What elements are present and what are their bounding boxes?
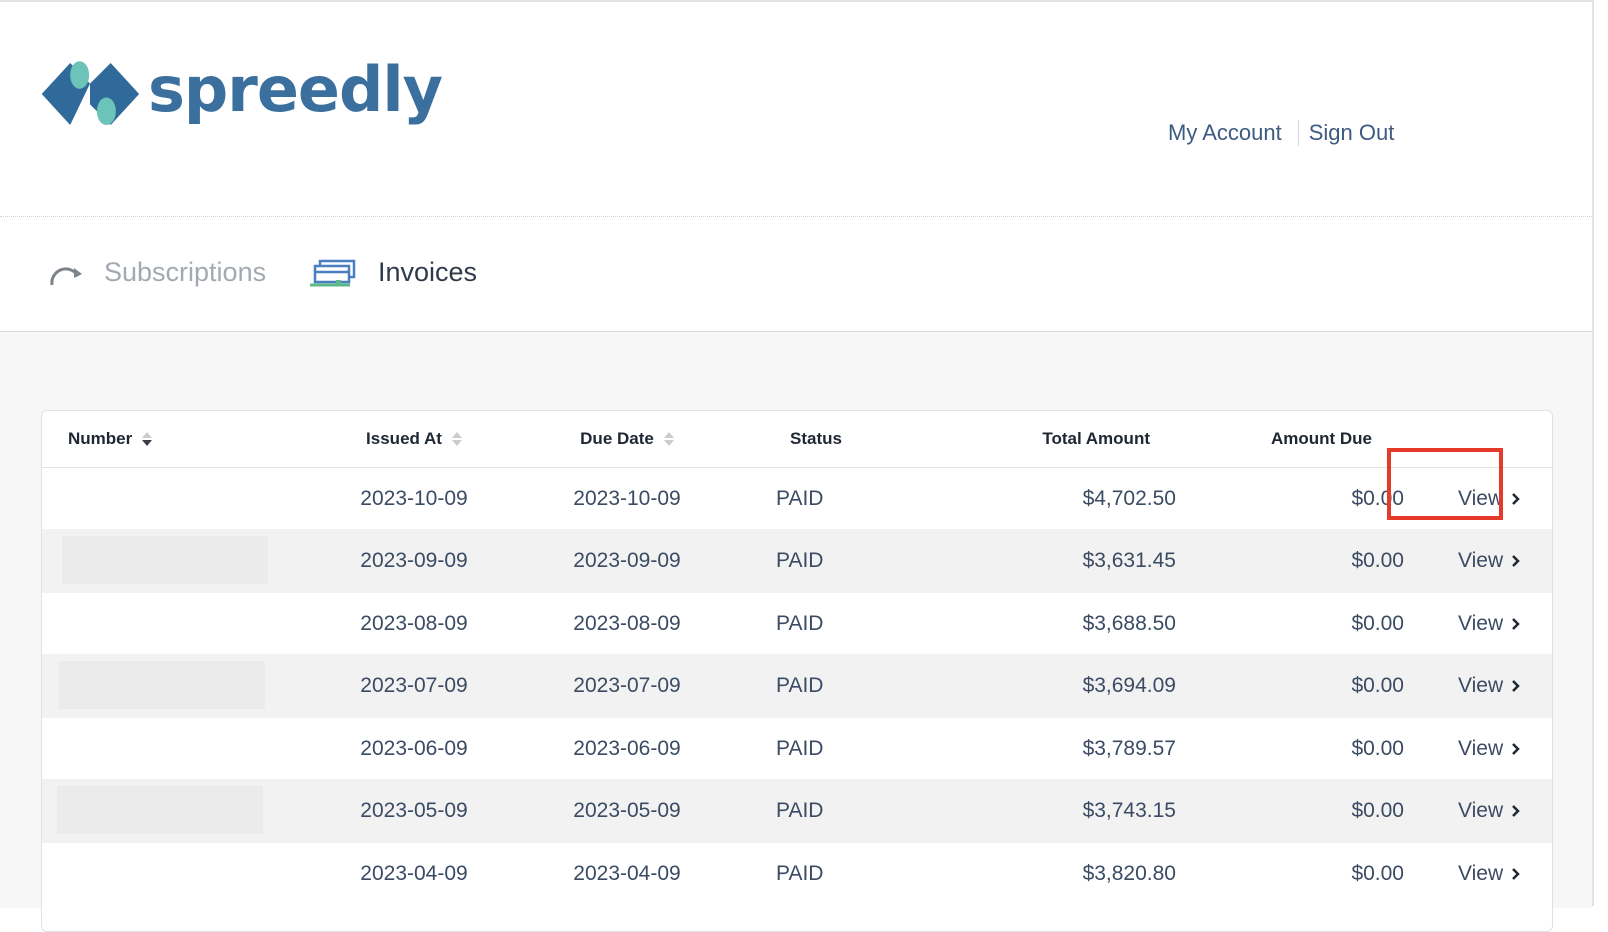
view-label: View	[1458, 487, 1504, 510]
due-date-cell: 2023-07-09	[573, 674, 681, 697]
view-invoice-link[interactable]: View	[1458, 779, 1521, 843]
chevron-right-icon	[1511, 554, 1521, 568]
nav-tabs: Subscriptions Invoices	[0, 217, 1592, 332]
chevron-right-icon	[1511, 679, 1521, 693]
spreedly-logo-mark	[41, 61, 140, 126]
status-cell: PAID	[776, 549, 824, 572]
amount-due-cell: $0.00	[1351, 549, 1404, 572]
amount-due-cell: $0.00	[1351, 612, 1404, 635]
view-invoice-link[interactable]: View	[1458, 467, 1521, 531]
issued-at-cell: 2023-08-09	[360, 612, 468, 635]
issued-at-cell: 2023-07-09	[360, 674, 468, 697]
table-row: 2023-09-09 2023-09-09 PAID $3,631.45 $0.…	[42, 529, 1552, 593]
tab-invoices-label: Invoices	[378, 257, 478, 287]
status-cell: PAID	[776, 612, 824, 635]
table-row: 2023-10-09 2023-10-09 PAID $4,702.50 $0.…	[42, 467, 1552, 531]
redacted-number	[57, 786, 263, 834]
tab-subscriptions-label: Subscriptions	[104, 257, 267, 287]
amount-due-cell: $0.00	[1351, 674, 1404, 697]
issued-at-cell: 2023-05-09	[360, 799, 468, 822]
total-amount-cell: $3,743.15	[1082, 799, 1176, 822]
view-label: View	[1458, 674, 1504, 697]
total-amount-cell: $3,688.50	[1082, 612, 1176, 635]
view-invoice-link[interactable]: View	[1458, 592, 1521, 656]
due-date-cell: 2023-06-09	[573, 737, 681, 760]
redacted-number	[59, 661, 265, 709]
view-invoice-link[interactable]: View	[1458, 717, 1521, 781]
due-date-cell: 2023-10-09	[573, 487, 681, 510]
table-row: 2023-08-09 2023-08-09 PAID $3,688.50 $0.…	[42, 592, 1552, 656]
status-cell: PAID	[776, 674, 824, 697]
amount-due-cell: $0.00	[1351, 737, 1404, 760]
column-due-date-header[interactable]: Due Date	[547, 411, 707, 467]
column-issued-at-header[interactable]: Issued At	[334, 411, 494, 467]
amount-due-cell: $0.00	[1351, 862, 1404, 885]
status-cell: PAID	[776, 862, 824, 885]
status-cell: PAID	[776, 737, 824, 760]
chevron-right-icon	[1511, 492, 1521, 506]
main-content: Number Issued At Due Date Status Total A…	[0, 332, 1592, 932]
tab-subscriptions[interactable]: Subscriptions	[48, 257, 266, 288]
page-header: spreedly My Account Sign Out	[0, 2, 1592, 217]
table-row: 2023-05-09 2023-05-09 PAID $3,743.15 $0.…	[42, 779, 1552, 843]
amount-due-cell: $0.00	[1351, 487, 1404, 510]
table-header-row: Number Issued At Due Date Status Total A…	[42, 411, 1552, 468]
chevron-right-icon	[1511, 867, 1521, 881]
issued-at-cell: 2023-06-09	[360, 737, 468, 760]
chevron-right-icon	[1511, 617, 1521, 631]
spreedly-logo[interactable]: spreedly	[40, 46, 443, 142]
view-label: View	[1458, 737, 1504, 760]
total-amount-cell: $3,694.09	[1082, 674, 1176, 697]
due-date-cell: 2023-08-09	[573, 612, 681, 635]
column-total-amount-header: Total Amount	[1042, 429, 1150, 448]
chevron-right-icon	[1511, 804, 1521, 818]
view-invoice-link[interactable]: View	[1458, 842, 1521, 906]
due-date-cell: 2023-09-09	[573, 549, 681, 572]
status-cell: PAID	[776, 487, 824, 510]
issued-at-cell: 2023-04-09	[360, 862, 468, 885]
invoices-icon	[308, 258, 358, 288]
sort-icon	[663, 432, 674, 446]
account-links: My Account Sign Out	[1168, 120, 1394, 146]
due-date-cell: 2023-05-09	[573, 799, 681, 822]
tab-invoices[interactable]: Invoices	[308, 257, 477, 288]
view-label: View	[1458, 612, 1504, 635]
app-window: spreedly My Account Sign Out Subscriptio…	[0, 0, 1594, 932]
subscription-refresh-icon	[48, 258, 84, 288]
status-cell: PAID	[776, 799, 824, 822]
column-amount-due-header: Amount Due	[1270, 429, 1372, 448]
total-amount-cell: $4,702.50	[1082, 487, 1176, 510]
column-number-label: Number	[68, 429, 133, 448]
view-label: View	[1458, 799, 1504, 822]
view-label: View	[1458, 549, 1504, 572]
due-date-cell: 2023-04-09	[573, 862, 681, 885]
brand-name: spreedly	[147, 53, 443, 126]
chevron-right-icon	[1511, 742, 1521, 756]
column-number-header[interactable]: Number	[68, 411, 153, 467]
link-divider	[1297, 120, 1299, 146]
sort-icon	[142, 432, 153, 446]
table-row: 2023-06-09 2023-06-09 PAID $3,789.57 $0.…	[42, 717, 1552, 781]
sign-out-link[interactable]: Sign Out	[1309, 120, 1395, 146]
view-label: View	[1458, 862, 1504, 885]
total-amount-cell: $3,820.80	[1082, 862, 1176, 885]
amount-due-cell: $0.00	[1351, 799, 1404, 822]
my-account-link[interactable]: My Account	[1168, 120, 1282, 146]
sort-icon	[451, 432, 462, 446]
invoices-table: Number Issued At Due Date Status Total A…	[41, 410, 1553, 932]
column-due-date-label: Due Date	[580, 429, 654, 448]
table-row: 2023-07-09 2023-07-09 PAID $3,694.09 $0.…	[42, 654, 1552, 718]
column-status-header: Status	[790, 429, 842, 448]
issued-at-cell: 2023-09-09	[360, 549, 468, 572]
view-invoice-link[interactable]: View	[1458, 654, 1521, 718]
table-row: 2023-04-09 2023-04-09 PAID $3,820.80 $0.…	[42, 842, 1552, 906]
redacted-number	[62, 536, 268, 584]
column-issued-at-label: Issued At	[366, 429, 442, 448]
total-amount-cell: $3,631.45	[1082, 549, 1176, 572]
total-amount-cell: $3,789.57	[1082, 737, 1176, 760]
view-invoice-link[interactable]: View	[1458, 529, 1521, 593]
issued-at-cell: 2023-10-09	[360, 487, 468, 510]
